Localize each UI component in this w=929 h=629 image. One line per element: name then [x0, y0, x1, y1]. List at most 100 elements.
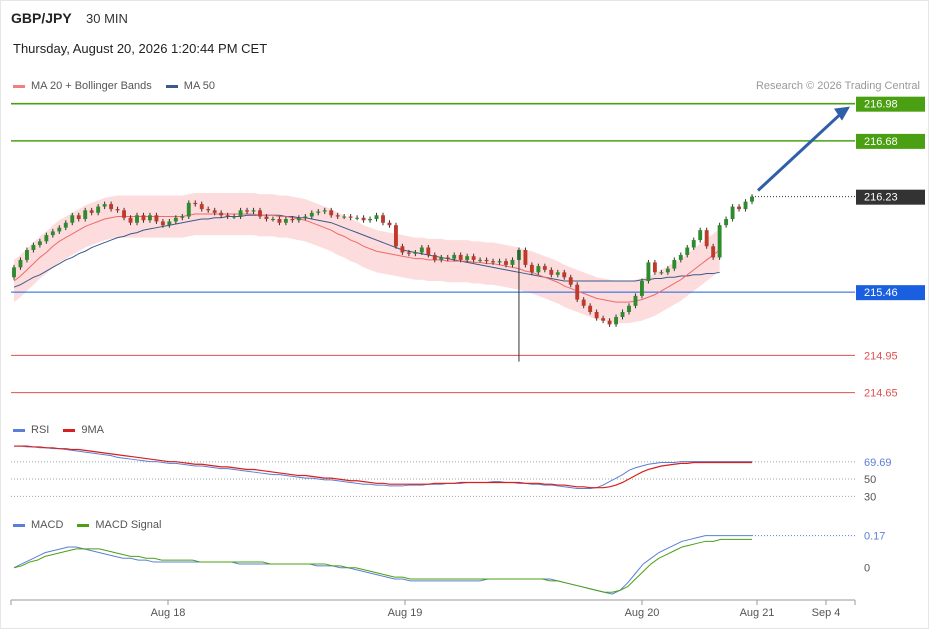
candle-body: [160, 221, 165, 226]
candle-body: [717, 225, 722, 258]
candle-body: [691, 240, 696, 248]
candle-body: [180, 216, 185, 218]
level-label: 214.95: [864, 350, 898, 362]
candle-body: [601, 318, 606, 321]
candle-body: [232, 216, 237, 218]
candle-body: [374, 215, 379, 219]
candle-body: [329, 210, 334, 216]
candle-body: [750, 196, 754, 202]
rsi-level-label: 50: [864, 474, 876, 486]
candle-body: [685, 247, 690, 255]
candle-body: [445, 257, 450, 259]
candle-body: [258, 210, 262, 217]
candle-body: [76, 215, 81, 219]
candle-body: [25, 250, 29, 260]
candle-body: [167, 221, 172, 226]
candle-body: [238, 210, 243, 217]
candle-body: [549, 269, 554, 275]
candle-body: [89, 210, 94, 213]
candle-body: [70, 215, 75, 223]
candle-body: [290, 219, 295, 221]
candle-body: [555, 272, 560, 275]
candle-body: [122, 210, 126, 218]
candle-body: [594, 312, 599, 319]
candle-body: [322, 210, 327, 212]
price-chart[interactable]: 216.98 216.68 216.23 215.46 214.95 214.65 69.6…: [0, 0, 929, 629]
candle-body: [465, 256, 470, 260]
candle-body: [394, 225, 398, 247]
candle-body: [316, 211, 321, 213]
bollinger-band: [14, 192, 720, 324]
rsi-level-label: 69.69: [864, 457, 892, 469]
candle-body: [724, 219, 729, 226]
level-label: 215.46: [864, 287, 898, 299]
candle-body: [115, 209, 120, 211]
candle-body: [484, 259, 489, 262]
candle-body: [251, 210, 256, 212]
x-axis-label: Aug 18: [151, 607, 186, 619]
candle-body: [426, 247, 431, 255]
x-axis-label: Aug 20: [625, 607, 660, 619]
level-label: 216.68: [864, 136, 898, 148]
candle-body: [743, 201, 748, 210]
candle-body: [199, 204, 204, 210]
candle-body: [342, 216, 347, 218]
candle-body: [63, 222, 68, 228]
candle-body: [206, 209, 211, 211]
candle-body: [387, 222, 392, 226]
candle-body: [510, 259, 515, 265]
candle-body: [542, 266, 547, 270]
rsi-level-label: 30: [864, 491, 876, 503]
candle-body: [452, 254, 457, 259]
candle-body: [96, 206, 101, 213]
candle-body: [562, 272, 567, 278]
candle-body: [698, 230, 703, 241]
candle-body: [283, 219, 288, 223]
level-label: 216.23: [864, 192, 898, 204]
candle-body: [633, 295, 638, 306]
candle-body: [627, 305, 631, 312]
macd-level-label: 0: [864, 563, 870, 575]
candle-body: [737, 206, 741, 210]
candle-body: [83, 210, 88, 219]
x-axis-label: Aug 19: [388, 607, 423, 619]
candle-body: [581, 299, 586, 306]
candle-body: [711, 246, 716, 258]
candle-body: [186, 202, 191, 217]
candle-body: [355, 217, 360, 219]
candle-body: [568, 277, 573, 285]
candle-body: [335, 215, 340, 217]
target-arrow-shaft: [756, 111, 844, 192]
candle-body: [271, 219, 275, 220]
macd-level-label: 0.17: [864, 531, 885, 543]
candle-body: [135, 215, 139, 223]
candle-body: [665, 268, 670, 273]
x-axis-label: Aug 21: [740, 607, 775, 619]
candle-body: [458, 254, 463, 260]
candle-body: [309, 212, 314, 217]
candle-body: [128, 217, 133, 223]
candle-body: [219, 212, 224, 216]
candle-body: [620, 312, 625, 317]
candle-body: [296, 217, 301, 221]
candle-body: [413, 252, 418, 254]
candle-body: [523, 250, 528, 265]
candle-body: [173, 217, 178, 222]
candle-body: [37, 241, 42, 246]
candle-body: [44, 235, 49, 242]
candle-body: [193, 202, 198, 205]
candle-body: [614, 316, 618, 325]
candle-body: [406, 252, 411, 254]
candle-body: [419, 247, 424, 253]
rsi-ma-line: [14, 445, 752, 489]
candle-body: [529, 264, 534, 273]
candle-body: [148, 215, 152, 221]
candle-body: [57, 227, 62, 232]
candle-body: [154, 215, 159, 222]
candle-body: [575, 284, 580, 300]
candle-body: [348, 216, 353, 218]
candle-body: [704, 230, 709, 247]
candle-body: [504, 261, 508, 265]
candle-body: [640, 281, 644, 296]
candle-body: [491, 261, 495, 263]
